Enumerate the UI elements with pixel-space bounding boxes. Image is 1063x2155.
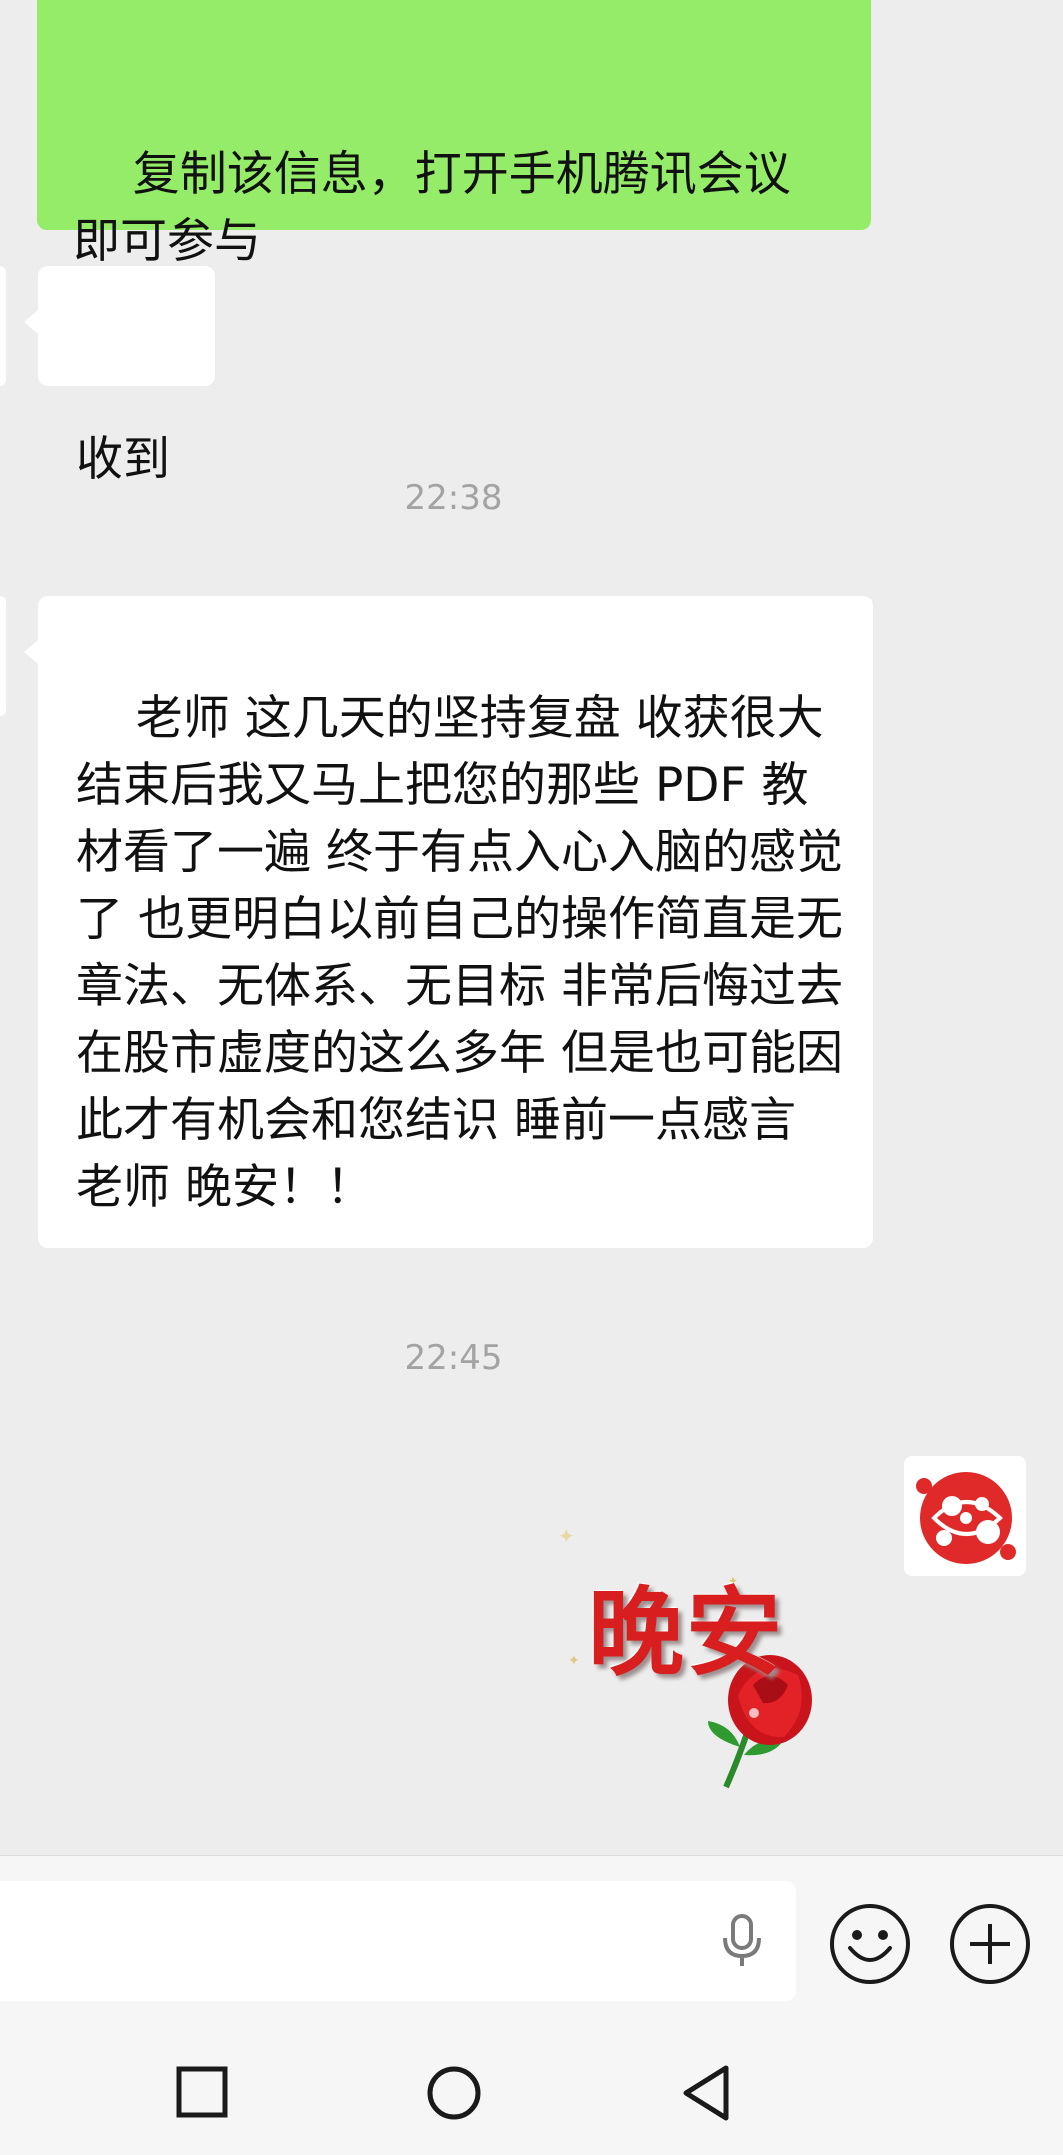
chat-area[interactable]: 复制该信息，打开手机腾讯会议即可参与 收到 22:38 老师 这几天的坚持复盘 … <box>0 0 1063 1855</box>
my-avatar[interactable] <box>904 1456 1026 1576</box>
message-input[interactable] <box>0 1881 796 2001</box>
sent-message-bubble[interactable]: 复制该信息，打开手机腾讯会议即可参与 <box>37 0 871 269</box>
timestamp: 22:45 <box>404 1338 503 1378</box>
sender-avatar[interactable] <box>0 596 6 716</box>
received-message-bubble[interactable]: 收到 <box>38 266 215 487</box>
recent-apps-icon[interactable] <box>176 2066 228 2118</box>
input-bar <box>0 1855 1063 2002</box>
navigation-bar <box>0 2002 1063 2155</box>
received-message-bubble[interactable]: 老师 这几天的坚持复盘 收获很大 结束后我又马上把您的那些 PDF 教材看了一遍… <box>38 596 873 1248</box>
received-message-text: 老师 这几天的坚持复盘 收获很大 结束后我又马上把您的那些 PDF 教材看了一遍… <box>76 691 843 1215</box>
svg-text:✦: ✦ <box>558 1525 575 1548</box>
back-icon[interactable] <box>680 2064 732 2122</box>
timestamp: 22:38 <box>404 478 503 518</box>
sender-avatar[interactable] <box>0 266 6 386</box>
microphone-icon[interactable] <box>718 1914 766 1968</box>
paper-cut-avatar-icon <box>904 1456 1026 1576</box>
sent-message-text: 复制该信息，打开手机腾讯会议即可参与 <box>73 147 791 269</box>
home-icon[interactable] <box>426 2065 482 2121</box>
sticker-text: 晚安 <box>588 1576 784 1689</box>
svg-text:✦: ✦ <box>568 1653 580 1669</box>
bubble-tail <box>24 310 38 334</box>
emoji-icon[interactable] <box>828 1902 912 1986</box>
plus-icon[interactable] <box>948 1902 1032 1986</box>
goodnight-sticker[interactable]: ✦ ✦ ✦ 晚安 <box>548 1525 848 1795</box>
bubble-tail <box>24 640 38 664</box>
